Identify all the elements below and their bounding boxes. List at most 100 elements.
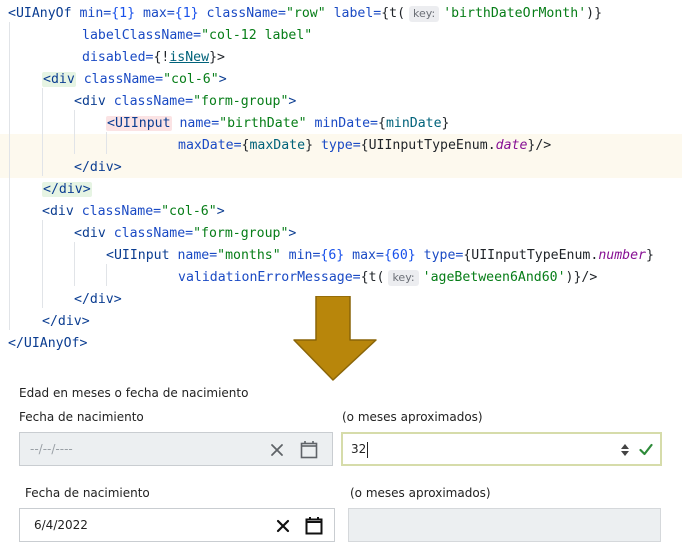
calendar-icon[interactable] — [305, 516, 323, 535]
indent-guide — [106, 264, 107, 286]
code-token: "col-6" — [161, 204, 217, 219]
months-input-valid[interactable]: 32 — [341, 432, 662, 466]
months-label: (o meses aproximados) — [350, 486, 491, 500]
code-token: )}/> — [565, 270, 598, 285]
indent-guide — [42, 220, 43, 308]
code-line: <div className="form-group"> — [74, 223, 296, 245]
code-line: <div className="col-6"> — [42, 201, 225, 223]
code-token: }> — [209, 50, 225, 65]
code-token: </UIAnyOf> — [8, 336, 88, 351]
code-token: max= — [135, 6, 175, 21]
months-label: (o meses aproximados) — [342, 410, 483, 424]
code-token: validationErrorMessage= — [178, 270, 361, 285]
code-token: className= — [105, 226, 194, 241]
indent-guide — [74, 242, 75, 286]
parameter-hint: key: — [388, 270, 419, 286]
code-token: date — [495, 138, 528, 153]
code-line: <div className="col-6"> — [42, 69, 227, 91]
code-token: className= — [198, 6, 286, 21]
code-token: type= — [415, 248, 464, 263]
code-line: </div> — [74, 157, 122, 179]
code-token: name= — [169, 248, 218, 263]
code-token: minDate — [385, 116, 442, 131]
code-token: {UIInputTypeEnum. — [463, 248, 599, 263]
date-placeholder: --/--/---- — [30, 442, 73, 456]
code-token: <UIInput — [106, 116, 172, 131]
spinner-icon[interactable] — [619, 442, 631, 458]
code-token: <div — [74, 226, 106, 241]
code-token: } — [645, 248, 654, 263]
code-token: className= — [73, 204, 162, 219]
code-token: {60} — [383, 248, 416, 263]
code-token: > — [288, 94, 297, 109]
code-token: } — [305, 138, 314, 153]
code-token: {6} — [320, 248, 345, 263]
rendered-form: Edad en meses o fecha de nacimiento Fech… — [0, 360, 682, 555]
code-token: className= — [75, 72, 164, 87]
code-token: {! — [153, 50, 170, 65]
code-token: min= — [280, 248, 321, 263]
code-line: maxDate={maxDate} type={UIInputTypeEnum.… — [178, 135, 551, 157]
code-token: <div — [42, 72, 76, 87]
code-line: validationErrorMessage={t(key:'ageBetwee… — [178, 267, 597, 289]
code-token: }/> — [527, 138, 552, 153]
code-token: "col-12 label" — [201, 28, 313, 43]
code-token: className= — [105, 94, 194, 109]
code-token: "form-group" — [193, 94, 289, 109]
code-token: </div> — [42, 182, 92, 197]
code-token: > — [288, 226, 297, 241]
code-token: } — [441, 116, 450, 131]
calendar-icon[interactable] — [300, 440, 318, 459]
code-token: {t( — [381, 6, 406, 21]
birth-date-input-filled[interactable]: 6/4/2022 — [19, 508, 335, 542]
code-token: </div> — [74, 160, 122, 175]
code-token: "form-group" — [193, 226, 289, 241]
code-token: <UIAnyOf — [8, 6, 72, 21]
code-token: {1} — [111, 6, 136, 21]
months-value: 32 — [351, 442, 367, 456]
clear-x-icon[interactable] — [270, 443, 284, 457]
code-line: </div> — [42, 311, 90, 333]
group-label: Edad en meses o fecha de nacimiento — [19, 386, 249, 400]
code-line: </UIAnyOf> — [8, 333, 87, 355]
date-value: 6/4/2022 — [34, 518, 88, 532]
code-token: )} — [586, 6, 603, 21]
parameter-hint: key: — [409, 6, 440, 22]
clear-x-icon[interactable] — [276, 519, 290, 533]
birth-date-input-empty[interactable]: --/--/---- — [19, 432, 333, 466]
code-token: maxDate= — [178, 138, 242, 153]
code-token: > — [216, 204, 225, 219]
birth-date-label: Fecha de nacimiento — [19, 410, 144, 424]
code-token: "months" — [217, 248, 281, 263]
code-line: <UIInput name="months" min={6} max={60} … — [106, 245, 654, 267]
code-token: {1} — [174, 6, 199, 21]
code-token: number — [598, 248, 646, 263]
code-token: maxDate — [249, 138, 306, 153]
code-token: type= — [313, 138, 361, 153]
code-token: labelClassName= — [82, 28, 202, 43]
text-cursor — [367, 442, 368, 458]
check-icon — [639, 443, 653, 456]
code-token: 'birthDateOrMonth' — [443, 6, 587, 21]
code-line: <UIAnyOf min={1} max={1} className="row"… — [8, 3, 602, 25]
code-token: {UIInputTypeEnum. — [360, 138, 496, 153]
code-token: </div> — [74, 292, 122, 307]
code-token: { — [377, 116, 386, 131]
code-token: max= — [344, 248, 384, 263]
code-token: <UIInput — [106, 248, 170, 263]
code-line: <UIInput name="birthDate" minDate={minDa… — [106, 113, 449, 135]
indent-guide — [9, 22, 10, 330]
code-token: min= — [71, 6, 112, 21]
code-line: </div> — [74, 289, 122, 311]
code-token: name= — [171, 116, 220, 131]
code-token: "row" — [285, 6, 326, 21]
indent-guide — [106, 132, 107, 154]
code-token: isNew — [169, 50, 210, 65]
code-line: </div> — [42, 179, 92, 201]
code-line: <div className="form-group"> — [74, 91, 296, 113]
code-token: > — [218, 72, 227, 87]
indent-guide — [74, 110, 75, 154]
months-input-disabled[interactable] — [348, 508, 661, 542]
code-token: label= — [325, 6, 382, 21]
code-token: 'ageBetween6And60' — [422, 270, 566, 285]
